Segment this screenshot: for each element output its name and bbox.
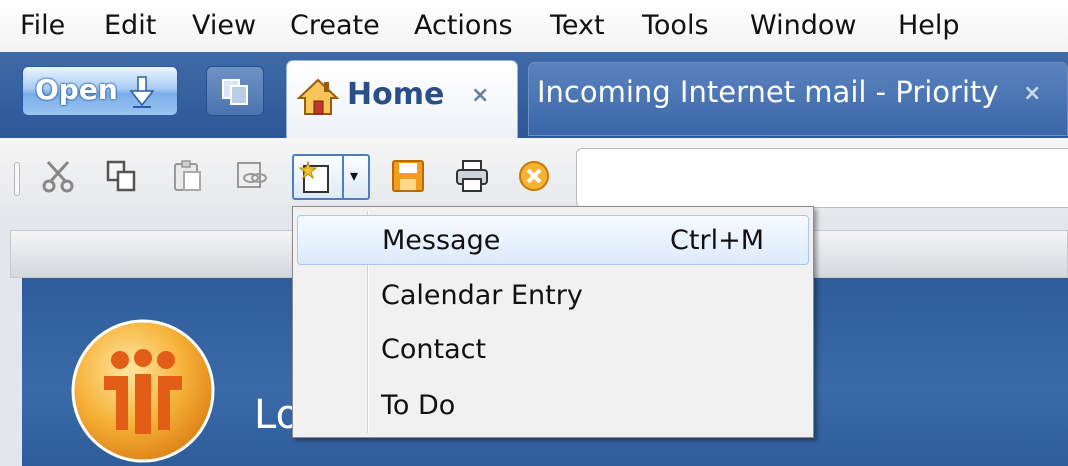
menu-window[interactable]: Window	[750, 8, 856, 44]
split-separator	[342, 156, 344, 198]
menu-item-message[interactable]: Message Ctrl+M	[297, 215, 809, 265]
print-icon[interactable]	[454, 158, 490, 194]
menu-item-calendar-entry[interactable]: Calendar Entry	[297, 271, 809, 321]
menu-item-label: To Do	[381, 390, 456, 421]
menu-item-shortcut: Ctrl+M	[670, 225, 764, 256]
windows-icon	[220, 77, 252, 111]
copy-link-icon[interactable]	[234, 158, 270, 194]
menu-actions[interactable]: Actions	[414, 8, 513, 44]
menu-edit[interactable]: Edit	[104, 8, 156, 44]
menu-text[interactable]: Text	[550, 8, 605, 44]
menu-item-contact[interactable]: Contact	[297, 325, 809, 375]
menu-item-to-do[interactable]: To Do	[297, 381, 809, 431]
tab-bar: Open Home × Incoming Internet mail - Pri…	[0, 52, 1068, 140]
lotus-notes-window: File Edit View Create Actions Text Tools…	[0, 0, 1068, 466]
tab-incoming-mail-label: Incoming Internet mail - Priority	[537, 75, 999, 109]
toolbar-grip[interactable]	[14, 162, 20, 196]
new-button[interactable]: ▾	[292, 154, 370, 200]
paste-icon[interactable]	[170, 158, 206, 194]
menu-create[interactable]: Create	[290, 8, 380, 44]
menu-tools[interactable]: Tools	[642, 8, 709, 44]
tab-incoming-mail[interactable]: Incoming Internet mail - Priority ×	[528, 62, 1068, 136]
copy-icon[interactable]	[104, 158, 140, 194]
window-switcher-button[interactable]	[206, 66, 264, 116]
close-icon[interactable]: ×	[471, 83, 489, 108]
new-dropdown-menu: Message Ctrl+M Calendar Entry Contact To…	[292, 206, 814, 438]
cut-icon[interactable]	[40, 158, 76, 194]
menu-view[interactable]: View	[192, 8, 256, 44]
tab-home[interactable]: Home ×	[286, 60, 518, 140]
open-arrow-icon	[127, 75, 157, 113]
menu-item-label: Calendar Entry	[381, 280, 583, 311]
open-button[interactable]: Open	[22, 66, 178, 116]
menu-help[interactable]: Help	[898, 8, 960, 44]
save-icon[interactable]	[390, 158, 426, 194]
open-button-label: Open	[35, 73, 118, 106]
tab-home-label: Home	[347, 77, 445, 112]
stop-icon[interactable]	[516, 158, 552, 194]
new-document-icon	[298, 160, 336, 200]
menu-item-label: Contact	[381, 334, 487, 365]
search-input[interactable]	[576, 148, 1068, 208]
lotus-notes-logo	[70, 318, 216, 466]
menu-bar: File Edit View Create Actions Text Tools…	[0, 0, 1068, 52]
home-icon	[296, 77, 340, 121]
menu-item-label: Message	[382, 225, 501, 256]
menu-file[interactable]: File	[20, 8, 65, 44]
close-icon[interactable]: ×	[1023, 81, 1041, 106]
chevron-down-icon[interactable]: ▾	[350, 166, 358, 185]
